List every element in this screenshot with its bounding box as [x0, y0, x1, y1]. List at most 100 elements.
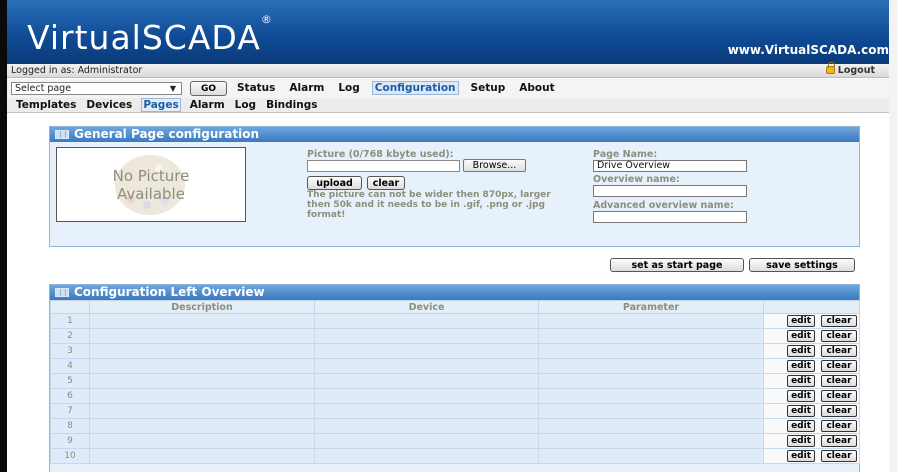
column-header-device: Device: [314, 300, 539, 314]
description-cell: [89, 433, 315, 449]
logged-in-user: Logged in as: Administrator: [11, 65, 143, 76]
row-number: 10: [50, 448, 90, 464]
device-cell: [314, 418, 539, 434]
menu-item-configuration[interactable]: Configuration: [371, 81, 459, 95]
picture-file-input[interactable]: [307, 160, 460, 172]
save-settings-button[interactable]: save settings: [749, 258, 855, 272]
submenu-item-devices[interactable]: Devices: [85, 99, 133, 112]
main-menu-bar: Select page ▼ GO Status Alarm Log Config…: [7, 79, 889, 98]
device-cell: [314, 403, 539, 419]
device-cell: [314, 358, 539, 374]
panel-grid-icon: [55, 130, 69, 139]
browse-button[interactable]: Browse...: [463, 159, 526, 172]
clear-button[interactable]: clear: [821, 315, 857, 327]
submenu-item-bindings[interactable]: Bindings: [265, 99, 318, 112]
edit-button[interactable]: edit: [787, 360, 815, 372]
clear-button[interactable]: clear: [821, 330, 857, 342]
table-row: 7 edit clear: [50, 403, 860, 419]
column-header-parameter: Parameter: [538, 300, 764, 314]
panel-title: General Page configuration: [50, 127, 859, 142]
menu-item-log[interactable]: Log: [336, 82, 361, 95]
row-actions: edit clear: [763, 388, 860, 404]
table-row: 8 edit clear: [50, 418, 860, 434]
description-cell: [89, 313, 315, 329]
edit-button[interactable]: edit: [787, 375, 815, 387]
edit-button[interactable]: edit: [787, 330, 815, 342]
upload-button[interactable]: upload: [307, 176, 362, 190]
app-header: VirtualSCADA® www.VirtualSCADA.com: [7, 0, 889, 64]
window-right-edge: [889, 0, 897, 472]
row-actions: edit clear: [763, 343, 860, 359]
menu-item-alarm[interactable]: Alarm: [287, 82, 326, 95]
edit-button[interactable]: edit: [787, 315, 815, 327]
advanced-overview-input[interactable]: [593, 211, 747, 223]
row-actions: edit clear: [763, 448, 860, 464]
row-actions: edit clear: [763, 373, 860, 389]
parameter-cell: [538, 418, 764, 434]
row-actions: edit clear: [763, 328, 860, 344]
no-picture-text: No Picture Available: [112, 167, 190, 203]
clear-picture-button[interactable]: clear: [367, 176, 405, 190]
submenu-item-templates[interactable]: Templates: [15, 99, 77, 112]
clear-button[interactable]: clear: [821, 420, 857, 432]
device-cell: [314, 328, 539, 344]
table-row: 1 edit clear: [50, 313, 860, 329]
overview-name-input[interactable]: [593, 185, 747, 197]
chevron-down-icon[interactable]: ▼: [170, 83, 176, 94]
main-content: General Page configuration No Picture Av…: [7, 114, 889, 472]
edit-button[interactable]: edit: [787, 420, 815, 432]
clear-button[interactable]: clear: [821, 405, 857, 417]
row-number: 1: [50, 313, 90, 329]
menu-item-status[interactable]: Status: [235, 82, 277, 95]
table-row: 10 edit clear: [50, 448, 860, 464]
clear-button[interactable]: clear: [821, 375, 857, 387]
page-select[interactable]: Select page ▼: [11, 82, 182, 95]
description-cell: [89, 418, 315, 434]
go-button[interactable]: GO: [190, 81, 227, 96]
clear-button[interactable]: clear: [821, 435, 857, 447]
app-logo: VirtualSCADA®: [27, 13, 273, 57]
row-number: 9: [50, 433, 90, 449]
parameter-cell: [538, 448, 764, 464]
edit-button[interactable]: edit: [787, 345, 815, 357]
edit-button[interactable]: edit: [787, 450, 815, 462]
description-cell: [89, 403, 315, 419]
column-header-description: Description: [89, 300, 315, 314]
edit-button[interactable]: edit: [787, 405, 815, 417]
clear-button[interactable]: clear: [821, 450, 857, 462]
row-number: 6: [50, 388, 90, 404]
submenu-item-pages[interactable]: Pages: [141, 98, 181, 112]
row-actions: edit clear: [763, 313, 860, 329]
logout-link[interactable]: Logout: [825, 62, 875, 76]
table-header-row: Description Device Parameter: [50, 300, 860, 314]
device-cell: [314, 343, 539, 359]
edit-button[interactable]: edit: [787, 435, 815, 447]
clear-button[interactable]: clear: [821, 360, 857, 372]
clear-button[interactable]: clear: [821, 390, 857, 402]
main-menu: Status Alarm Log Configuration Setup Abo…: [235, 81, 567, 95]
row-number: 2: [50, 328, 90, 344]
edit-button[interactable]: edit: [787, 390, 815, 402]
clear-button[interactable]: clear: [821, 345, 857, 357]
row-number: 5: [50, 373, 90, 389]
page-name-input[interactable]: Drive Overview: [593, 160, 747, 172]
set-start-page-button[interactable]: set as start page: [610, 258, 744, 272]
login-bar: Logged in as: Administrator Logout: [7, 62, 889, 78]
menu-item-setup[interactable]: Setup: [469, 82, 508, 95]
description-cell: [89, 328, 315, 344]
table-row: 6 edit clear: [50, 388, 860, 404]
menu-item-about[interactable]: About: [517, 82, 556, 95]
picture-preview: No Picture Available: [56, 147, 246, 222]
lock-icon: [825, 62, 835, 74]
device-cell: [314, 313, 539, 329]
submenu-item-log[interactable]: Log: [234, 99, 257, 112]
page-name-label: Page Name:: [593, 149, 658, 160]
table-row: 5 edit clear: [50, 373, 860, 389]
parameter-cell: [538, 328, 764, 344]
device-cell: [314, 388, 539, 404]
device-cell: [314, 373, 539, 389]
description-cell: [89, 343, 315, 359]
row-number: 3: [50, 343, 90, 359]
window-left-edge: [0, 0, 7, 472]
submenu-item-alarm[interactable]: Alarm: [189, 99, 226, 112]
